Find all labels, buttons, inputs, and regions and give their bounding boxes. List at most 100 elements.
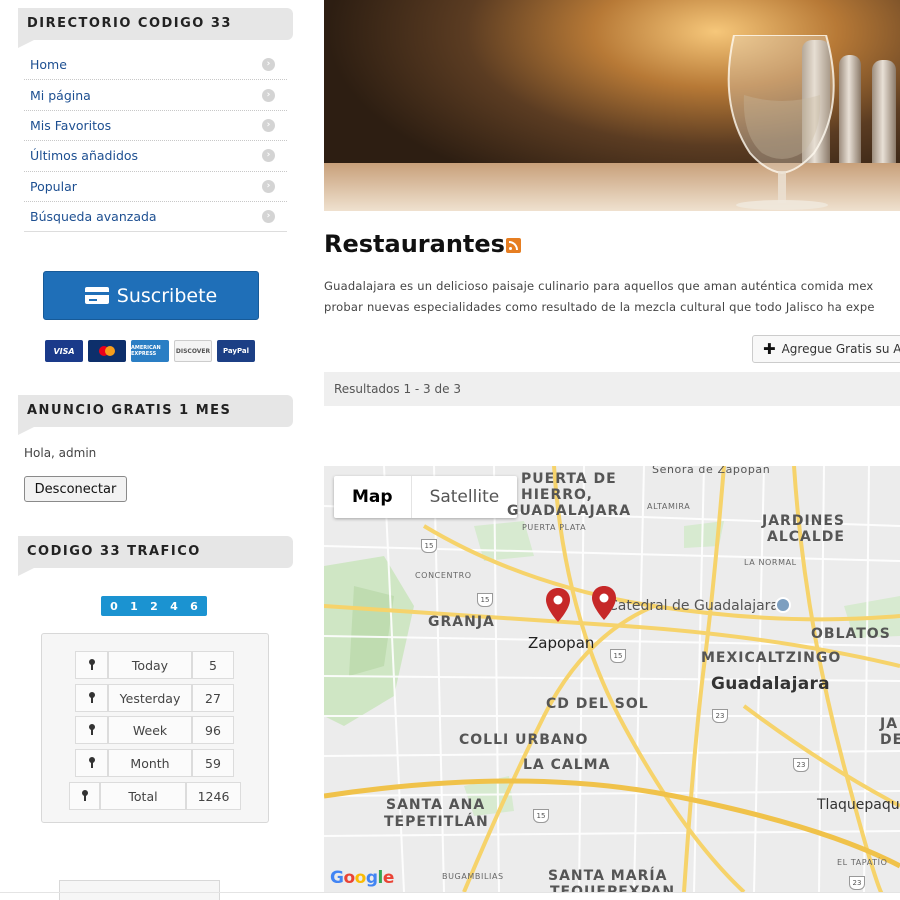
map-label: Zapopan	[528, 634, 595, 652]
chevron-right-icon: ›	[262, 179, 275, 193]
map-label: TEPETITLÁN	[384, 814, 489, 830]
menu-item-popular[interactable]: Popular ›	[24, 172, 287, 202]
counter-digit: 1	[130, 599, 138, 613]
stat-row-total: Total 1246	[69, 782, 241, 810]
counter-digit: 4	[170, 599, 178, 613]
highway-shield: 23	[712, 709, 728, 723]
highway-shield: 23	[793, 758, 809, 772]
google-logo: Google	[330, 868, 394, 888]
map-label: Señora de Zapopan	[652, 466, 771, 476]
description-line: Guadalajara es un delicioso paisaje culi…	[324, 279, 874, 293]
landmark-poi-icon[interactable]	[775, 597, 791, 613]
menu-item-label: Popular	[30, 178, 77, 194]
stat-row-today: Today 5	[75, 651, 234, 679]
stat-label: Yesterday	[108, 684, 192, 712]
map-label: TEQUEPEXPAN	[550, 884, 676, 892]
chevron-right-icon: ›	[262, 58, 275, 72]
map-type-map-button[interactable]: Map	[334, 476, 412, 518]
user-greeting: Hola, admin	[24, 446, 97, 460]
map-label: LA NORMAL	[744, 558, 797, 567]
map-label: Guadalajara	[711, 674, 830, 694]
stat-value: 1246	[186, 782, 241, 810]
sidebar: DIRECTORIO CODIGO 33 Home › Mi página › …	[0, 0, 300, 900]
map-pin-icon	[87, 724, 97, 736]
hero-image	[324, 0, 900, 211]
ad-widget-title: ANUNCIO GRATIS 1 MES	[18, 395, 293, 435]
plus-icon: ✚	[763, 340, 776, 358]
menu-item-label: Búsqueda avanzada	[30, 209, 157, 225]
add-listing-button[interactable]: ✚ Agregue Gratis su A	[752, 335, 900, 363]
menu-item-home[interactable]: Home ›	[24, 50, 287, 81]
highway-shield: 23	[849, 876, 865, 890]
map-label: CD DEL SOL	[546, 696, 649, 712]
map-label: JA	[880, 716, 899, 732]
map-label: Tlaquepaqu	[817, 797, 900, 813]
map-label: ALTAMIRA	[647, 502, 691, 511]
menu-item-busqueda[interactable]: Búsqueda avanzada ›	[24, 202, 287, 233]
pin-cell	[75, 716, 108, 744]
traffic-stats: Today 5 Yesterday 27 Week 96 Month 59 To…	[41, 633, 269, 823]
map-type-satellite-button[interactable]: Satellite	[412, 476, 518, 518]
hero-bottle	[872, 60, 896, 180]
wine-glass-illustration	[727, 35, 835, 210]
pin-cell	[75, 749, 108, 777]
highway-shield: 15	[421, 539, 437, 553]
map-label: OBLATOS	[811, 626, 891, 642]
map-pin-icon	[87, 692, 97, 704]
visit-counter: 0 1 2 4 6	[101, 596, 207, 616]
stat-value: 96	[192, 716, 234, 744]
map-label: ALCALDE	[767, 529, 845, 545]
menu-item-ultimos[interactable]: Últimos añadidos ›	[24, 141, 287, 172]
chevron-right-icon: ›	[262, 88, 275, 102]
visa-logo: VISA	[45, 340, 83, 362]
add-listing-label: Agregue Gratis su A	[781, 342, 900, 356]
map-label: GUADALAJARA	[507, 503, 632, 519]
menu-item-label: Home	[30, 57, 67, 73]
map-pin-icon	[80, 790, 90, 802]
pin-cell	[75, 684, 108, 712]
map-label: GRANJA	[428, 614, 495, 630]
map-marker-icon[interactable]	[592, 586, 616, 620]
subscribe-button[interactable]: Suscribete	[43, 271, 259, 320]
chevron-right-icon: ›	[262, 118, 275, 132]
map-pin-icon	[87, 757, 97, 769]
map-label: DE	[880, 732, 900, 748]
amex-logo: AMERICAN EXPRESS	[131, 340, 169, 362]
map-label: COLLI URBANO	[459, 732, 589, 748]
stat-row-yesterday: Yesterday 27	[75, 684, 234, 712]
rss-icon[interactable]	[506, 238, 521, 253]
menu-item-favoritos[interactable]: Mis Favoritos ›	[24, 111, 287, 142]
stat-label: Today	[108, 651, 192, 679]
stat-label: Week	[108, 716, 192, 744]
map-label: JARDINES	[762, 513, 846, 529]
map-label: MEXICALTZINGO	[701, 650, 842, 666]
discover-logo: DISCOVER	[174, 340, 212, 362]
menu-item-label: Mis Favoritos	[30, 117, 112, 133]
map-label: Catedral de Guadalajara	[608, 598, 780, 614]
subscribe-label: Suscribete	[116, 284, 218, 307]
map-label: LA CALMA	[523, 757, 611, 773]
map-marker-icon[interactable]	[546, 588, 570, 622]
map-label: SANTA ANA	[386, 797, 486, 813]
next-widget-stub	[59, 880, 220, 900]
highway-shield: 15	[610, 649, 626, 663]
map-widget[interactable]: Map Satellite Señora de Zapopan PUERTA D…	[324, 466, 900, 892]
stat-value: 5	[192, 651, 234, 679]
menu-item-label: Mi página	[30, 87, 91, 103]
paypal-logo: PayPal	[217, 340, 255, 362]
map-label: SANTA MARÍA	[548, 868, 668, 884]
directory-menu: Home › Mi página › Mis Favoritos › Últim…	[24, 50, 287, 233]
menu-item-mi-pagina[interactable]: Mi página ›	[24, 80, 287, 111]
map-label: PUERTA DE	[521, 471, 617, 487]
menu-item-label: Últimos añadidos	[30, 148, 139, 164]
counter-digit: 0	[110, 599, 118, 613]
pin-cell	[75, 651, 108, 679]
stat-label: Total	[100, 782, 186, 810]
logout-button[interactable]: Desconectar	[24, 476, 127, 502]
map-label: CONCENTRO	[415, 571, 472, 580]
highway-shield: 15	[477, 593, 493, 607]
map-label: HIERRO,	[521, 487, 593, 503]
mastercard-circle-orange	[105, 346, 115, 356]
payment-methods: VISA AMERICAN EXPRESS DISCOVER PayPal	[45, 340, 255, 362]
page-title: Restaurantes	[324, 230, 505, 258]
